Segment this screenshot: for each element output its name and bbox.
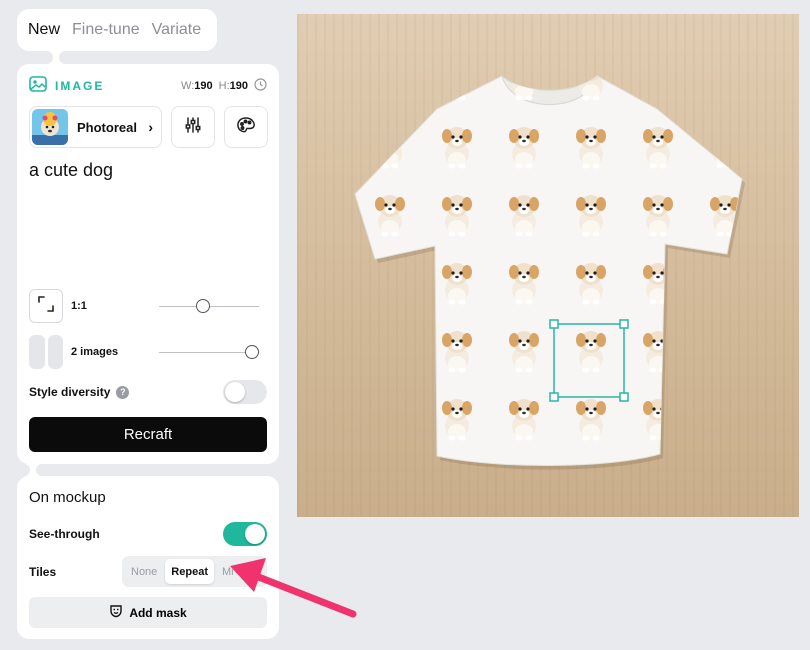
mockup-canvas[interactable] — [297, 14, 799, 517]
dog-motif — [375, 467, 405, 509]
slider-knob[interactable] — [195, 299, 210, 313]
dog-motif — [442, 467, 472, 509]
tshirt-mockup — [308, 59, 745, 509]
image-header: IMAGE W:190 H:190 — [29, 75, 267, 97]
style-diversity-label: Style diversity — [29, 385, 111, 399]
style-name: Photoreal — [77, 119, 137, 135]
mockup-title: On mockup — [29, 489, 106, 506]
tiles-segmented-control: None Repeat Mi — [122, 556, 267, 587]
card-connector — [20, 464, 46, 476]
image-icon — [29, 75, 47, 97]
mockup-card: On mockup See-through Tiles None Repeat … — [17, 476, 279, 639]
slider-track — [159, 352, 259, 353]
dog-motif — [375, 76, 405, 101]
help-icon[interactable]: ? — [116, 385, 130, 399]
chevron-right-icon: › — [148, 119, 153, 135]
see-through-toggle[interactable] — [223, 522, 267, 546]
aspect-ratio-icon — [36, 294, 56, 319]
style-row: Photoreal › — [29, 106, 268, 148]
recraft-button[interactable]: Recraft — [29, 417, 267, 452]
dog-motif — [375, 263, 405, 305]
palette-icon — [236, 116, 256, 139]
dog-motif — [710, 467, 740, 509]
tiles-option-none[interactable]: None — [125, 559, 163, 584]
aspect-ratio-button[interactable] — [29, 289, 63, 323]
height-label: H: — [218, 80, 230, 92]
slider-knob[interactable] — [245, 345, 259, 359]
dog-motif — [308, 59, 338, 101]
style-selector-button[interactable]: Photoreal › — [29, 106, 162, 148]
dimensions: W:190 H:190 — [181, 78, 267, 94]
dog-motif — [308, 127, 338, 169]
sliders-icon — [184, 116, 202, 139]
dog-motif — [710, 331, 740, 373]
tiles-option-repeat[interactable]: Repeat — [165, 559, 214, 584]
image-count-label: 2 images — [71, 346, 119, 358]
see-through-row: See-through — [29, 521, 267, 547]
dog-motif — [308, 399, 338, 441]
image-count-button[interactable] — [29, 335, 63, 369]
mode-tabs: New Fine-tune Variate — [17, 9, 217, 51]
image-section-label: IMAGE — [55, 79, 105, 93]
see-through-label: See-through — [29, 527, 100, 541]
style-diversity-row: Style diversity ? — [29, 380, 267, 404]
add-mask-button[interactable]: Add mask — [29, 597, 267, 628]
dog-motif — [308, 467, 338, 509]
width-value[interactable]: 190 — [194, 80, 212, 92]
prompt-input[interactable] — [29, 160, 267, 280]
style-diversity-toggle[interactable] — [223, 380, 267, 404]
tab-new[interactable]: New — [28, 21, 60, 39]
dog-motif — [375, 399, 405, 441]
aspect-ratio-slider[interactable] — [159, 299, 259, 313]
dog-motif — [710, 263, 740, 305]
tiles-option-mirror[interactable]: Mi — [216, 559, 240, 584]
aspect-ratio-label: 1:1 — [71, 300, 87, 312]
dog-motif — [643, 467, 673, 509]
aspect-ratio-row: 1:1 — [29, 288, 267, 324]
tab-variate[interactable]: Variate — [152, 21, 202, 39]
dog-motif — [509, 467, 539, 509]
dog-motif — [308, 195, 338, 237]
style-thumbnail — [32, 109, 68, 145]
image-count-row: 2 images — [29, 334, 267, 370]
dog-motif — [710, 76, 740, 101]
dog-motif — [643, 76, 673, 101]
history-icon[interactable] — [254, 78, 267, 94]
mask-icon — [109, 604, 123, 621]
settings-sliders-button[interactable] — [171, 106, 215, 148]
dog-motif — [576, 467, 606, 509]
image-settings-card: IMAGE W:190 H:190 Photoreal › a cute dog… — [17, 64, 279, 464]
dog-motif — [308, 263, 338, 305]
dog-motif — [710, 399, 740, 441]
card-connector — [43, 51, 69, 64]
image-count-slider[interactable] — [159, 345, 259, 359]
dog-motif — [375, 331, 405, 373]
tiles-label: Tiles — [29, 565, 57, 579]
height-value[interactable]: 190 — [230, 80, 248, 92]
tab-fine-tune[interactable]: Fine-tune — [72, 21, 140, 39]
add-mask-label: Add mask — [129, 605, 187, 620]
dog-motif — [308, 331, 338, 373]
width-label: W: — [181, 80, 195, 92]
color-palette-button[interactable] — [224, 106, 268, 148]
